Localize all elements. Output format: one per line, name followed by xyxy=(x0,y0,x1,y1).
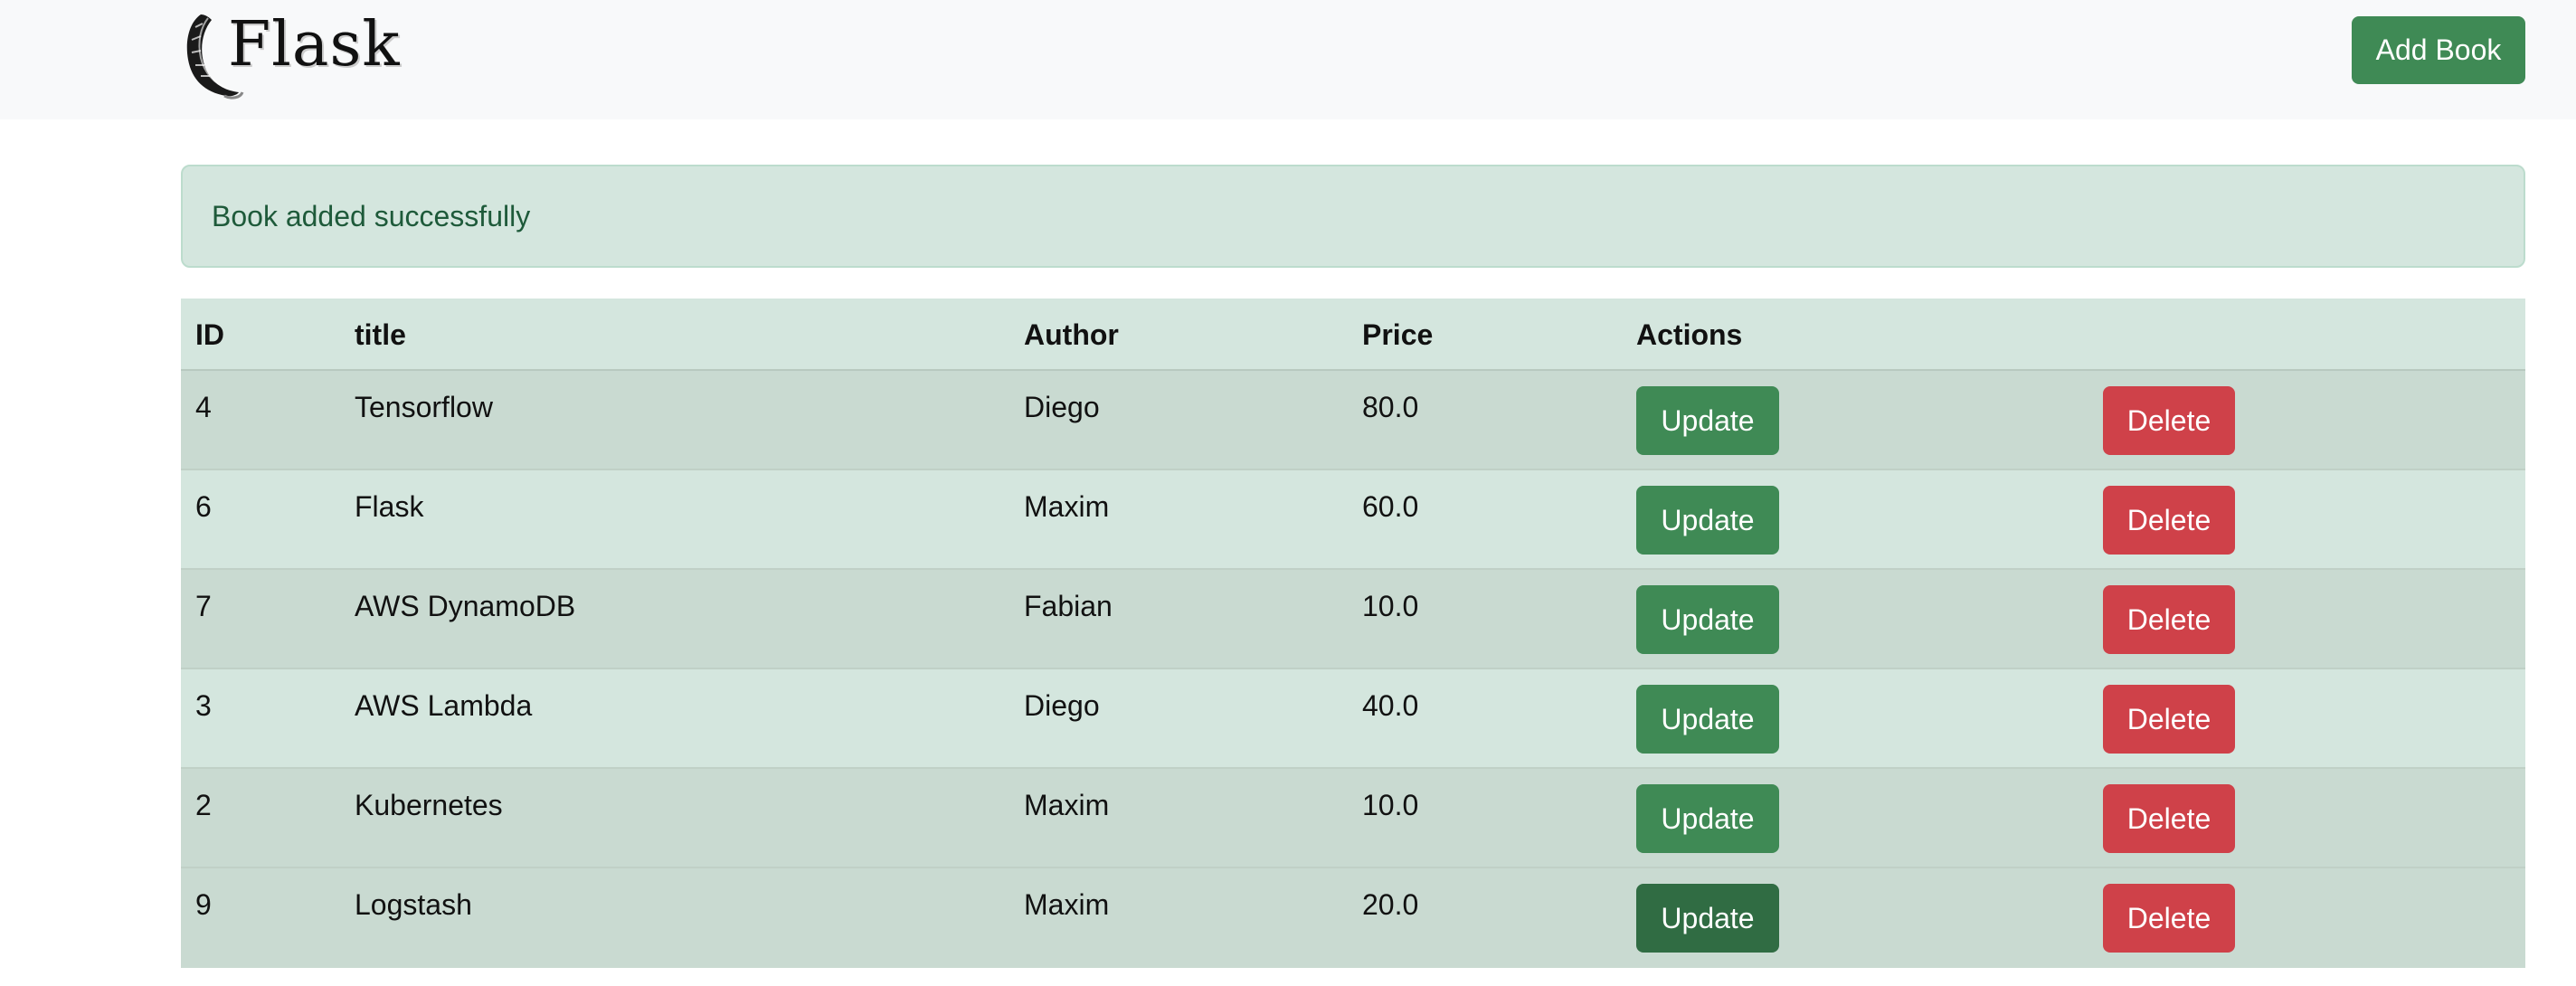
header-author: Author xyxy=(1024,318,1119,351)
cell-id: 6 xyxy=(195,490,212,523)
add-book-button[interactable]: Add Book xyxy=(2352,16,2525,84)
cell-id: 2 xyxy=(195,789,212,821)
header-actions: Actions xyxy=(1636,318,1743,351)
delete-button[interactable]: Delete xyxy=(2103,685,2235,754)
cell-author: Maxim xyxy=(1024,789,1110,821)
cell-author: Fabian xyxy=(1024,590,1113,622)
table-row: 2 Kubernetes Maxim 10.0 Update Delete xyxy=(181,769,2525,868)
delete-button[interactable]: Delete xyxy=(2103,386,2235,455)
cell-price: 80.0 xyxy=(1362,391,1419,423)
navbar: Flask Add Book xyxy=(0,0,2576,119)
cell-price: 40.0 xyxy=(1362,689,1419,722)
cell-id: 3 xyxy=(195,689,212,722)
update-button[interactable]: Update xyxy=(1636,386,1779,455)
cell-price: 20.0 xyxy=(1362,888,1419,921)
cell-title: AWS DynamoDB xyxy=(355,590,576,622)
cell-author: Maxim xyxy=(1024,490,1110,523)
cell-id: 4 xyxy=(195,391,212,423)
books-table: ID title Author Price Actions 4 Tensorfl… xyxy=(181,299,2525,968)
cell-id: 9 xyxy=(195,888,212,921)
cell-price: 10.0 xyxy=(1362,789,1419,821)
cell-title: Tensorflow xyxy=(355,391,493,423)
table-row: 4 Tensorflow Diego 80.0 Update Delete xyxy=(181,371,2525,470)
cell-price: 10.0 xyxy=(1362,590,1419,622)
cell-title: Logstash xyxy=(355,888,472,921)
logo-wordmark: Flask xyxy=(228,9,401,81)
cell-title: Flask xyxy=(355,490,424,523)
cell-author: Diego xyxy=(1024,689,1100,722)
table-row: 6 Flask Maxim 60.0 Update Delete xyxy=(181,470,2525,570)
cell-author: Diego xyxy=(1024,391,1100,423)
cell-title: AWS Lambda xyxy=(355,689,533,722)
success-alert: Book added successfully xyxy=(181,165,2525,268)
header-title: title xyxy=(355,318,406,351)
flask-logo[interactable]: Flask xyxy=(181,9,400,100)
cell-price: 60.0 xyxy=(1362,490,1419,523)
cell-title: Kubernetes xyxy=(355,789,503,821)
header-id: ID xyxy=(195,318,224,351)
delete-button[interactable]: Delete xyxy=(2103,486,2235,555)
update-button[interactable]: Update xyxy=(1636,585,1779,654)
table-row: 3 AWS Lambda Diego 40.0 Update Delete xyxy=(181,669,2525,769)
update-button[interactable]: Update xyxy=(1636,884,1779,953)
update-button[interactable]: Update xyxy=(1636,784,1779,853)
delete-button[interactable]: Delete xyxy=(2103,585,2235,654)
header-price: Price xyxy=(1362,318,1434,351)
update-button[interactable]: Update xyxy=(1636,685,1779,754)
delete-button[interactable]: Delete xyxy=(2103,784,2235,853)
delete-button[interactable]: Delete xyxy=(2103,884,2235,953)
cell-author: Maxim xyxy=(1024,888,1110,921)
update-button[interactable]: Update xyxy=(1636,486,1779,555)
alert-message: Book added successfully xyxy=(212,199,531,232)
cell-id: 7 xyxy=(195,590,212,622)
table-row: 7 AWS DynamoDB Fabian 10.0 Update Delete xyxy=(181,570,2525,669)
table-header-row: ID title Author Price Actions xyxy=(181,299,2525,371)
table-row: 9 Logstash Maxim 20.0 Update Delete xyxy=(181,868,2525,968)
